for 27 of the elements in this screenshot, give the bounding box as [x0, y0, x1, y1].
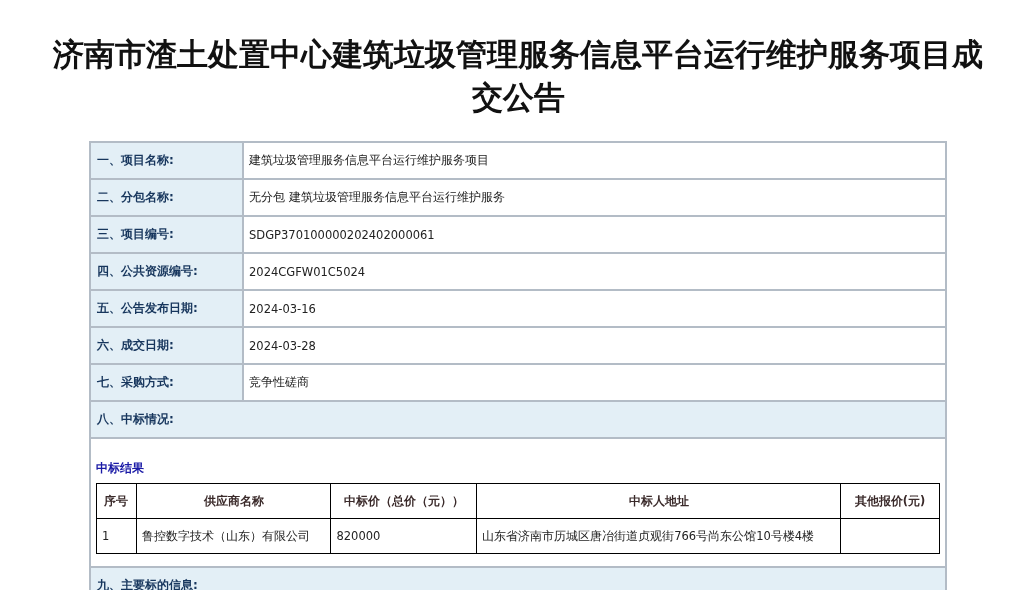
field-label: 一、项目名称:: [91, 143, 244, 178]
field-value: 2024-03-16: [248, 300, 317, 318]
column-header: 其他报价(元): [840, 483, 940, 519]
table-cell: 山东省济南市历城区唐冶街道贞观街766号尚东公馆10号楼4楼: [476, 518, 841, 554]
field-value: 无分包 建筑垃圾管理服务信息平台运行维护服务: [248, 189, 506, 206]
section-heading: 八、中标情况:: [91, 402, 945, 439]
page-title: 济南市渣土处置中心建筑垃圾管理服务信息平台运行维护服务项目成交公告: [52, 35, 984, 117]
field-label: 五、公告发布日期:: [91, 291, 244, 326]
field-label: 三、项目编号:: [91, 217, 244, 252]
field-value: 建筑垃圾管理服务信息平台运行维护服务项目: [248, 152, 490, 169]
table-cell: 鲁控数字技术（山东）有限公司: [136, 518, 331, 554]
field-value: 2024CGFW01C5024: [248, 263, 367, 281]
field-label: 四、公共资源编号:: [91, 254, 244, 289]
column-header: 序号: [96, 483, 137, 519]
field-value: 竞争性磋商: [248, 374, 310, 391]
field-label: 二、分包名称:: [91, 180, 244, 215]
column-header: 中标价（总价（元））: [330, 483, 477, 519]
table-cell: 820000: [330, 518, 477, 554]
field-value: SDGP370100000202402000061: [248, 226, 436, 244]
section-heading: 九、主要标的信息:: [91, 568, 945, 590]
table-cell: 1: [96, 518, 137, 554]
field-label: 七、采购方式:: [91, 365, 244, 400]
field-label: 六、成交日期:: [91, 328, 244, 363]
column-header: 供应商名称: [136, 483, 331, 519]
column-header: 中标人地址: [476, 483, 841, 519]
result-heading: 中标结果: [96, 460, 144, 477]
field-value: 2024-03-28: [248, 337, 317, 355]
